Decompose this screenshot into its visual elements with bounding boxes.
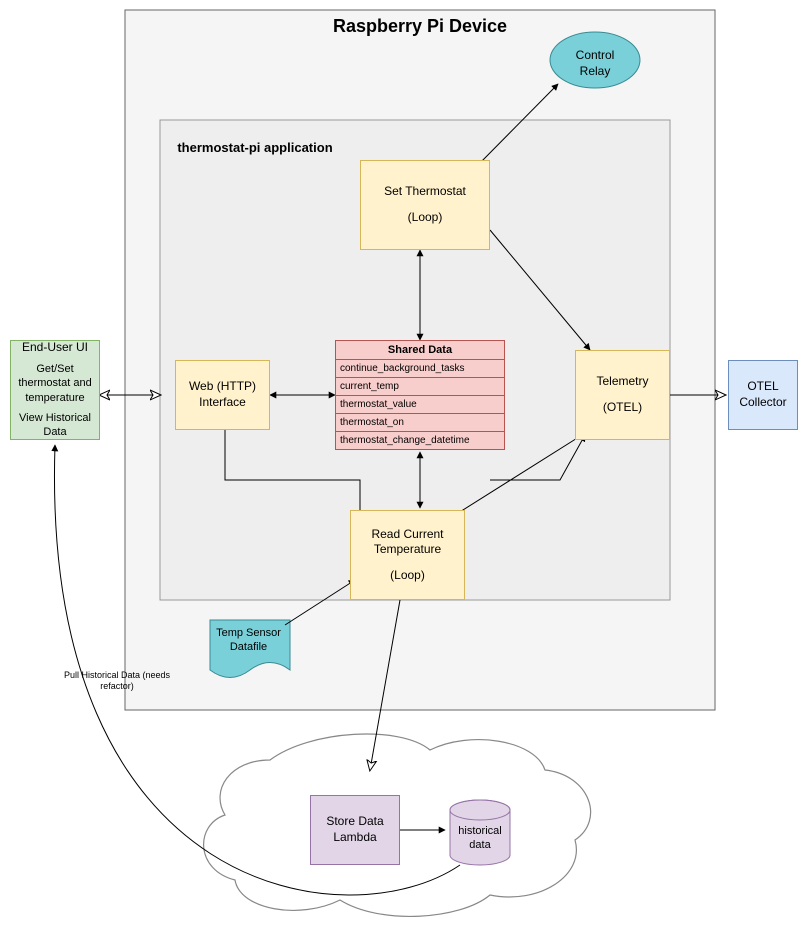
- set-thermostat-node: Set Thermostat (Loop): [360, 160, 490, 250]
- telemetry-node: Telemetry (OTEL): [575, 350, 670, 440]
- end-user-line3: View Historical Data: [15, 411, 95, 440]
- app-title: thermostat-pi application: [175, 140, 335, 155]
- shared-field-3: thermostat_on: [336, 413, 504, 431]
- telemetry-l2: (OTEL): [603, 400, 642, 416]
- historical-db-label: historical data: [455, 824, 505, 853]
- diagram-connectors: [0, 0, 800, 926]
- telemetry-l1: Telemetry: [596, 374, 648, 390]
- set-thermostat-l2: (Loop): [408, 210, 443, 226]
- web-interface-label: Web (HTTP) Interface: [180, 379, 265, 410]
- end-user-ui-node: End-User UI Get/Set thermostat and tempe…: [10, 340, 100, 440]
- store-data-label: Store Data Lambda: [315, 814, 395, 845]
- read-temp-l2: (Loop): [390, 568, 425, 584]
- shared-field-1: current_temp: [336, 377, 504, 395]
- read-temp-node: Read Current Temperature (Loop): [350, 510, 465, 600]
- pull-historical-label: Pull Historical Data (needs refactor): [62, 670, 172, 692]
- shared-data-header: Shared Data: [336, 341, 504, 359]
- otel-collector-label: OTEL Collector: [733, 379, 793, 410]
- temp-sensor-file-label: Temp Sensor Datafile: [216, 626, 281, 655]
- shared-field-4: thermostat_change_datetime: [336, 431, 504, 449]
- read-temp-l1: Read Current Temperature: [355, 527, 460, 558]
- set-thermostat-l1: Set Thermostat: [384, 184, 466, 200]
- device-title: Raspberry Pi Device: [125, 16, 715, 37]
- shared-field-2: thermostat_value: [336, 395, 504, 413]
- store-data-node: Store Data Lambda: [310, 795, 400, 865]
- end-user-line2: Get/Set thermostat and temperature: [15, 362, 95, 405]
- otel-collector-node: OTEL Collector: [728, 360, 798, 430]
- control-relay-label: Control Relay: [560, 48, 630, 79]
- shared-data-table: Shared Data continue_background_tasks cu…: [335, 340, 505, 450]
- shared-field-0: continue_background_tasks: [336, 359, 504, 377]
- end-user-line1: End-User UI: [22, 340, 88, 356]
- web-interface-node: Web (HTTP) Interface: [175, 360, 270, 430]
